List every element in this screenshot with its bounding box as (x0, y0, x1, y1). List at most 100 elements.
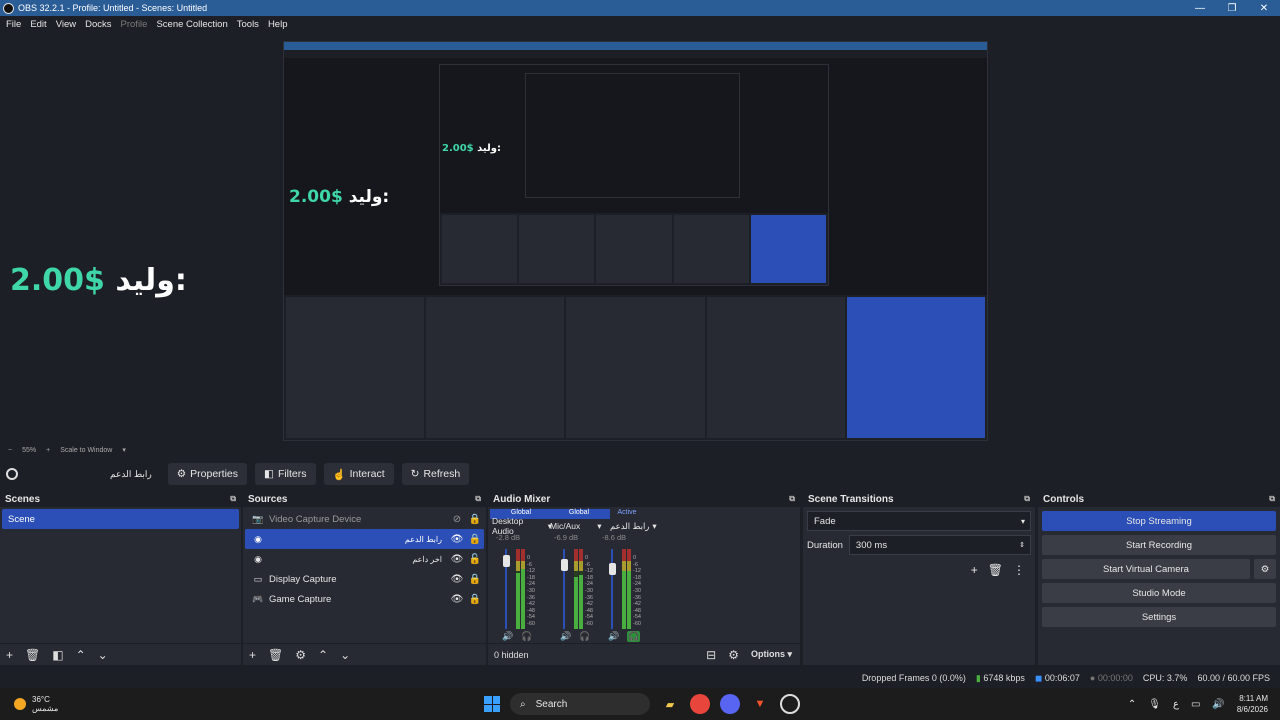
layout-icon[interactable]: ⊟ (706, 648, 716, 662)
undock-icon[interactable]: ⧉ (789, 494, 795, 504)
browser-icon: ◉ (254, 553, 262, 564)
menu-docks[interactable]: Docks (85, 19, 111, 30)
close-button[interactable]: ✕ (1248, 3, 1280, 14)
source-item-game-capture[interactable]: 🎮 Game Capture 👁 🔒 (245, 589, 484, 609)
meter-scale: 0 -6 -12 -18 -24 -30 -36 -42 -48 -54 -60 (633, 555, 641, 627)
volume-icon[interactable]: 🔊 (1212, 699, 1224, 710)
gear-icon[interactable]: ⚙ (295, 648, 306, 662)
trash-icon[interactable]: 🗑 (268, 648, 283, 662)
minimize-button[interactable]: — (1184, 3, 1216, 14)
undock-icon[interactable]: ⧉ (475, 494, 481, 504)
lock-icon[interactable]: 🔒 (466, 514, 484, 525)
eye-hidden-icon[interactable]: ⊘ (448, 514, 466, 525)
gear-icon: ⚙ (1260, 563, 1270, 575)
start-virtual-camera-button[interactable]: Start Virtual Camera (1042, 559, 1250, 579)
headphones-icon[interactable]: 🎧 (521, 631, 532, 642)
mixer-options-button[interactable]: Options ▾ (751, 649, 792, 660)
source-item-video-capture[interactable]: 📷 Video Capture Device ⊘ 🔒 (245, 509, 484, 529)
eye-icon[interactable]: 👁 (448, 574, 466, 585)
gear-icon: ⚙ (176, 468, 187, 480)
lock-icon[interactable]: 🔒 (466, 534, 484, 545)
file-explorer-icon[interactable]: ▰ (660, 694, 680, 714)
eye-icon[interactable]: 👁 (448, 534, 466, 545)
discord-icon[interactable] (720, 694, 740, 714)
maximize-button[interactable]: ❐ (1216, 3, 1248, 14)
lock-icon[interactable]: 🔒 (466, 574, 484, 585)
volume-slider[interactable] (611, 549, 613, 629)
channel-name-select[interactable]: Desktop Audio ▾ (490, 516, 552, 536)
eye-icon[interactable]: 👁 (448, 554, 466, 565)
scene-item[interactable]: Scene (2, 509, 239, 529)
weather-widget[interactable]: 36°C مشمس (14, 695, 58, 713)
studio-mode-button[interactable]: Studio Mode (1042, 583, 1276, 603)
lock-icon[interactable]: 🔒 (466, 594, 484, 605)
chevron-down-icon[interactable]: ▾ (122, 446, 126, 454)
interact-button[interactable]: ☝ Interact (323, 463, 394, 485)
move-down-icon[interactable]: ⌄ (98, 648, 108, 662)
headphones-icon[interactable]: 🎧 (627, 631, 641, 642)
settings-button[interactable]: Settings (1042, 607, 1276, 627)
add-icon[interactable]: + (6, 648, 13, 662)
brave-icon[interactable]: ▼ (750, 694, 770, 714)
trash-icon[interactable]: 🗑 (25, 648, 40, 662)
transition-select[interactable]: Fade ▾ (807, 511, 1031, 531)
unlock-icon[interactable]: 🔓 (466, 554, 484, 565)
network-icon[interactable]: ▭ (1191, 699, 1200, 710)
menu-tools[interactable]: Tools (237, 19, 259, 30)
volume-slider-handle[interactable] (561, 559, 568, 571)
speaker-icon[interactable]: 🔊 (608, 631, 619, 642)
audio-mixer-title: Audio Mixer (493, 493, 551, 505)
stream-icon: ◼ (1034, 672, 1043, 683)
start-recording-button[interactable]: Start Recording (1042, 535, 1276, 555)
clock[interactable]: 8:11 AM 8/6/2026 (1237, 693, 1268, 715)
preview-canvas[interactable]: 2.00$ وليد: 2.00$ وليد: (283, 41, 988, 441)
move-down-icon[interactable]: ⌄ (340, 648, 350, 662)
undock-icon[interactable]: ⧉ (1024, 494, 1030, 504)
volume-slider-handle[interactable] (609, 563, 616, 575)
duration-input[interactable]: 300 ms ⇕ (848, 535, 1031, 555)
move-up-icon[interactable]: ⌃ (318, 648, 328, 662)
fps: 60.00 / 60.00 FPS (1197, 673, 1270, 683)
zoom-in-button[interactable]: + (46, 447, 50, 454)
language-indicator[interactable]: ع (1173, 699, 1179, 710)
menu-scene-collection[interactable]: Scene Collection (156, 19, 227, 30)
taskbar-search[interactable]: ⌕ Search (510, 693, 650, 715)
menu-profile[interactable]: Profile (121, 19, 148, 30)
channel-name-select[interactable]: رابط الدعم ▾ (596, 519, 658, 533)
properties-button[interactable]: ⚙ Properties (167, 463, 248, 485)
source-item-display-capture[interactable]: ▭ Display Capture 👁 🔒 (245, 569, 484, 589)
microphone-icon[interactable]: 🎙 (1148, 699, 1161, 710)
camera-icon: 📷 (252, 513, 264, 524)
undock-icon[interactable]: ⧉ (1269, 494, 1275, 504)
filters-icon[interactable]: ◧ (52, 648, 63, 662)
trash-icon[interactable]: 🗑 (988, 563, 1003, 577)
undock-icon[interactable]: ⧉ (230, 494, 236, 504)
filters-button[interactable]: ◧ Filters (255, 463, 316, 485)
move-up-icon[interactable]: ⌃ (76, 648, 86, 662)
chevron-up-icon[interactable]: ⌃ (1128, 699, 1136, 710)
menu-view[interactable]: View (56, 19, 76, 30)
scale-mode-select[interactable]: Scale to Window (60, 447, 112, 454)
volume-slider-handle[interactable] (503, 555, 510, 567)
more-icon[interactable]: ⋮ (1013, 563, 1025, 577)
obs-taskbar-icon[interactable] (780, 694, 800, 714)
source-item-support-link[interactable]: ◉ رابط الدعم 👁 🔒 (245, 529, 484, 549)
volume-meter: 0 -6 -12 -18 -24 -30 -36 -42 -48 -54 -60 (500, 549, 550, 631)
eye-icon[interactable]: 👁 (448, 594, 466, 605)
chrome-icon[interactable] (690, 694, 710, 714)
speaker-icon[interactable]: 🔊 (502, 631, 513, 642)
add-icon[interactable]: + (971, 563, 978, 577)
speaker-icon[interactable]: 🔊 (560, 631, 571, 642)
zoom-out-button[interactable]: − (8, 447, 12, 454)
source-item-last-supporter[interactable]: ◉ اخر داعم 👁 🔓 (245, 549, 484, 569)
headphones-icon[interactable]: 🎧 (579, 631, 590, 642)
start-button[interactable] (484, 696, 500, 712)
stop-streaming-button[interactable]: Stop Streaming (1042, 511, 1276, 531)
add-icon[interactable]: + (249, 648, 256, 662)
menu-edit[interactable]: Edit (30, 19, 46, 30)
virtual-camera-settings-button[interactable]: ⚙ (1254, 559, 1276, 579)
refresh-button[interactable]: ↻ Refresh (401, 463, 470, 485)
gear-icon[interactable]: ⚙ (728, 648, 739, 662)
menu-help[interactable]: Help (268, 19, 288, 30)
menu-file[interactable]: File (6, 19, 21, 30)
